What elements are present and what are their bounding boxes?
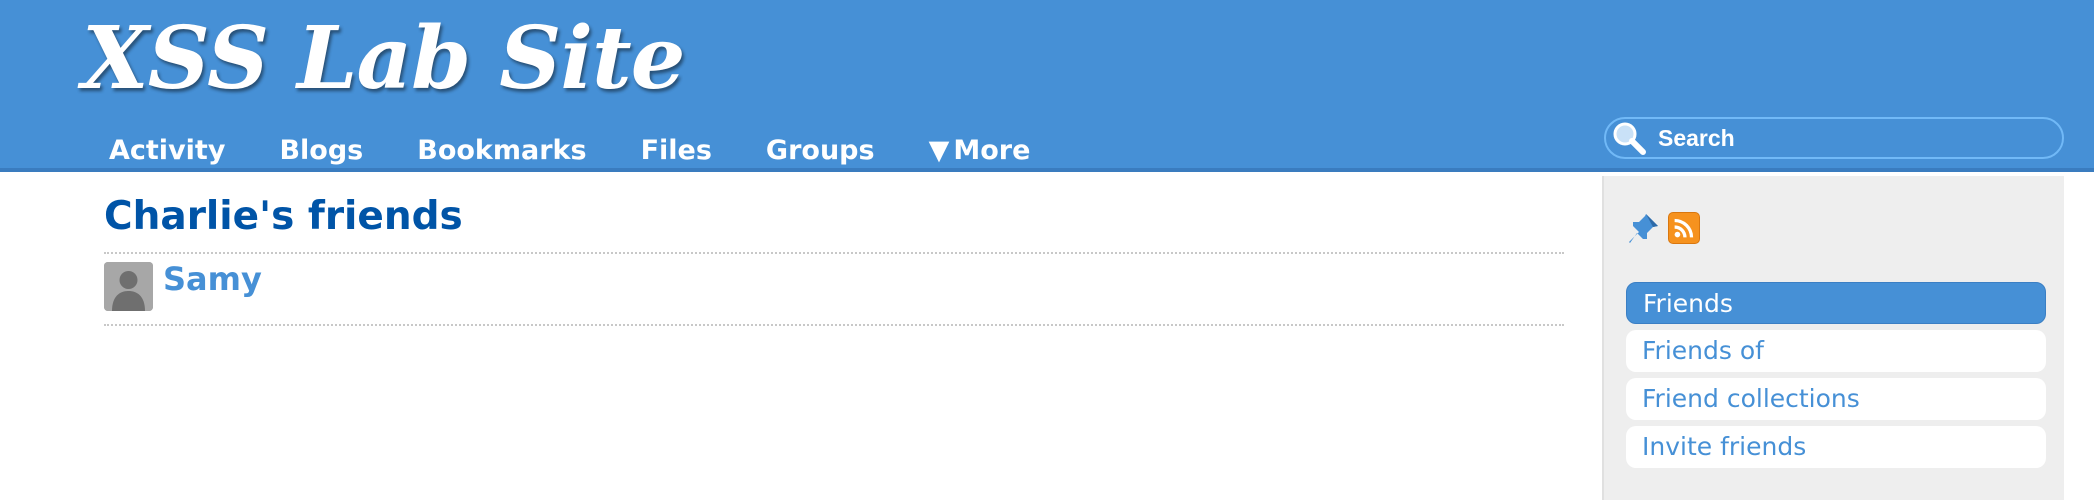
- default-user-avatar-icon: [104, 262, 153, 311]
- sidebar: Friends Friends of Friend collections In…: [1602, 176, 2064, 500]
- avatar[interactable]: [104, 262, 153, 311]
- main-content: Charlie's friends Samy: [104, 176, 1564, 326]
- main-nav: Activity Blogs Bookmarks Files Groups ▼ M…: [82, 128, 1057, 172]
- nav-item-more[interactable]: ▼ More: [929, 135, 1031, 166]
- nav-item-bookmarks[interactable]: Bookmarks: [417, 135, 586, 166]
- site-title[interactable]: XSS Lab Site: [82, 4, 685, 114]
- page-title: Charlie's friends: [104, 176, 1564, 254]
- sidebar-item-friends[interactable]: Friends: [1626, 282, 2046, 324]
- nav-item-files[interactable]: Files: [641, 135, 712, 166]
- site-header: XSS Lab Site Activity Blogs Bookmarks Fi…: [0, 0, 2094, 172]
- list-item: Samy: [104, 254, 1564, 326]
- search-input[interactable]: [1650, 123, 2050, 153]
- nav-item-more-label: More: [953, 134, 1031, 166]
- nav-item-blogs[interactable]: Blogs: [279, 135, 363, 166]
- sidebar-menu: Friends Friends of Friend collections In…: [1626, 282, 2046, 474]
- friend-name-link[interactable]: Samy: [163, 260, 262, 298]
- nav-item-groups[interactable]: Groups: [766, 135, 875, 166]
- pin-icon[interactable]: [1626, 210, 1662, 246]
- sidebar-item-invite-friends[interactable]: Invite friends: [1626, 426, 2046, 468]
- sidebar-item-friends-of[interactable]: Friends of: [1626, 330, 2046, 372]
- search-icon: [1613, 122, 1646, 155]
- sidebar-icons: [1626, 210, 1700, 246]
- search-box[interactable]: [1604, 117, 2064, 159]
- sidebar-item-friend-collections[interactable]: Friend collections: [1626, 378, 2046, 420]
- rss-icon[interactable]: [1668, 212, 1700, 244]
- dropdown-arrow-icon: ▼: [928, 134, 950, 166]
- nav-item-activity[interactable]: Activity: [109, 135, 225, 166]
